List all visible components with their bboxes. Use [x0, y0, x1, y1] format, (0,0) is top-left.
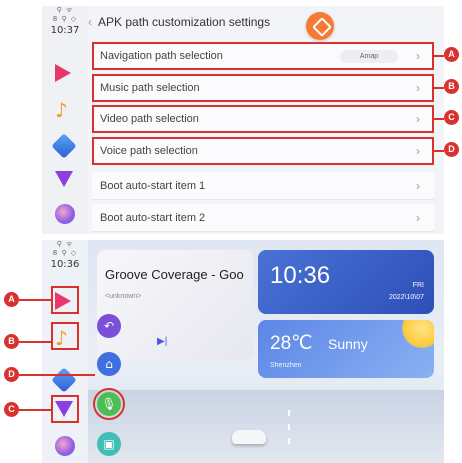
callout-b-top: B: [444, 79, 459, 94]
music-title: Groove Coverage - Goo: [105, 267, 244, 282]
voice-path-row[interactable]: Voice path selection ›: [92, 137, 434, 165]
callout-a-top: A: [444, 47, 459, 62]
status-time: 10:37: [50, 25, 80, 36]
callout-b-bottom: B: [4, 334, 19, 349]
boot-autostart-1-row[interactable]: Boot auto-start item 1 ›: [92, 172, 434, 200]
highlight-voice-icon: [51, 395, 79, 423]
music-app-icon[interactable]: ♪: [55, 100, 75, 120]
next-track-icon[interactable]: ▶|: [157, 336, 167, 347]
home-screen: ⚲ ᯤ 8 ⚲ ◇ 10:36 ♪ Groove Coverage - Goo …: [42, 240, 444, 463]
chevron-right-icon: ›: [416, 81, 420, 95]
callout-line-c-bottom: [19, 409, 51, 411]
settings-cube-button[interactable]: [306, 12, 334, 40]
highlight-music-icon: [51, 322, 79, 350]
lane-marking: [288, 410, 290, 416]
row-label: Voice path selection: [100, 145, 198, 157]
music-widget[interactable]: Groove Coverage - Goo <unknown> ▶|: [97, 250, 253, 360]
lane-marking: [288, 424, 290, 430]
sun-icon: [402, 320, 434, 348]
weather-widget[interactable]: 28℃ Sunny Shenzhen: [258, 320, 434, 378]
car-image: [232, 430, 266, 444]
status-time: 10:36: [50, 259, 80, 270]
clock-widget[interactable]: 10:36 FRI 2022\10\07: [258, 250, 434, 314]
callout-line-d: [434, 150, 444, 152]
chevron-right-icon: ›: [416, 112, 420, 126]
status-icons-2: 8 ⚲ ◇: [52, 249, 78, 257]
settings-screen: ⚲ ᯤ 8 ⚲ ◇ 10:37 ♪ ‹ APK path customizatio…: [42, 6, 444, 234]
callout-line-a: [434, 55, 444, 57]
row-label: Navigation path selection: [100, 50, 223, 62]
chevron-right-icon: ›: [416, 49, 420, 63]
clock-date: 2022\10\07: [388, 294, 424, 301]
weather-condition: Sunny: [328, 336, 368, 352]
row-label: Video path selection: [100, 113, 199, 125]
app-sidebar: [42, 240, 88, 463]
road-scene: [88, 390, 444, 463]
status-icons: ⚲ ᯤ: [56, 240, 74, 248]
weather-city: Shenzhen: [270, 362, 302, 369]
navigation-app-icon[interactable]: [55, 64, 75, 84]
video-path-row[interactable]: Video path selection ›: [92, 105, 434, 133]
video-app-icon[interactable]: [51, 133, 77, 159]
music-path-row[interactable]: Music path selection ›: [92, 74, 434, 102]
row-label: Boot auto-start item 1: [100, 180, 206, 192]
navigation-path-value: Amap: [340, 50, 398, 63]
back-icon[interactable]: ‹: [88, 15, 92, 29]
callout-line-d-bottom: [19, 374, 95, 376]
manual-page: ⚲ ᯤ 8 ⚲ ◇ 10:37 ♪ ‹ APK path customizatio…: [0, 0, 462, 463]
highlight-navigation-icon: [51, 286, 79, 314]
callout-d-bottom: D: [4, 367, 19, 382]
callout-c-bottom: C: [4, 402, 19, 417]
status-icons-2: 8 ⚲ ◇: [52, 15, 78, 23]
callout-a-bottom: A: [4, 292, 19, 307]
status-icons: ⚲ ᯤ: [56, 6, 74, 14]
page-title: ‹ APK path customization settings: [88, 15, 270, 29]
boot-autostart-2-row[interactable]: Boot auto-start item 2 ›: [92, 204, 434, 232]
row-label: Boot auto-start item 2: [100, 212, 206, 224]
weather-temperature: 28℃: [270, 333, 313, 354]
clock-time: 10:36: [270, 262, 331, 289]
multitask-button[interactable]: ▣: [97, 432, 121, 456]
chevron-right-icon: ›: [416, 179, 420, 193]
navigation-path-row[interactable]: Navigation path selection Amap ›: [92, 42, 434, 70]
callout-line-b: [434, 87, 444, 89]
row-label: Music path selection: [100, 82, 200, 94]
chevron-right-icon: ›: [416, 144, 420, 158]
lane-marking: [288, 438, 290, 444]
callout-d-top: D: [444, 142, 459, 157]
page-title-text: APK path customization settings: [98, 15, 271, 29]
callout-line-a-bottom: [19, 299, 51, 301]
clock-day: FRI: [412, 282, 424, 289]
voice-mic-button[interactable]: 🎙: [93, 388, 125, 420]
callout-line-c: [434, 118, 444, 120]
music-artist: <unknown>: [105, 293, 142, 300]
status-bar: ⚲ ᯤ 8 ⚲ ◇ 10:36: [42, 240, 88, 270]
callout-c-top: C: [444, 110, 459, 125]
chevron-right-icon: ›: [416, 211, 420, 225]
home-app-icon[interactable]: [55, 436, 75, 456]
callout-line-b-bottom: [19, 341, 51, 343]
home-button[interactable]: ⌂: [97, 352, 121, 376]
voice-app-icon[interactable]: [55, 171, 75, 191]
status-bar: ⚲ ᯤ 8 ⚲ ◇ 10:37: [42, 6, 88, 36]
back-button[interactable]: ↶: [97, 314, 121, 338]
home-app-icon[interactable]: [55, 204, 75, 224]
